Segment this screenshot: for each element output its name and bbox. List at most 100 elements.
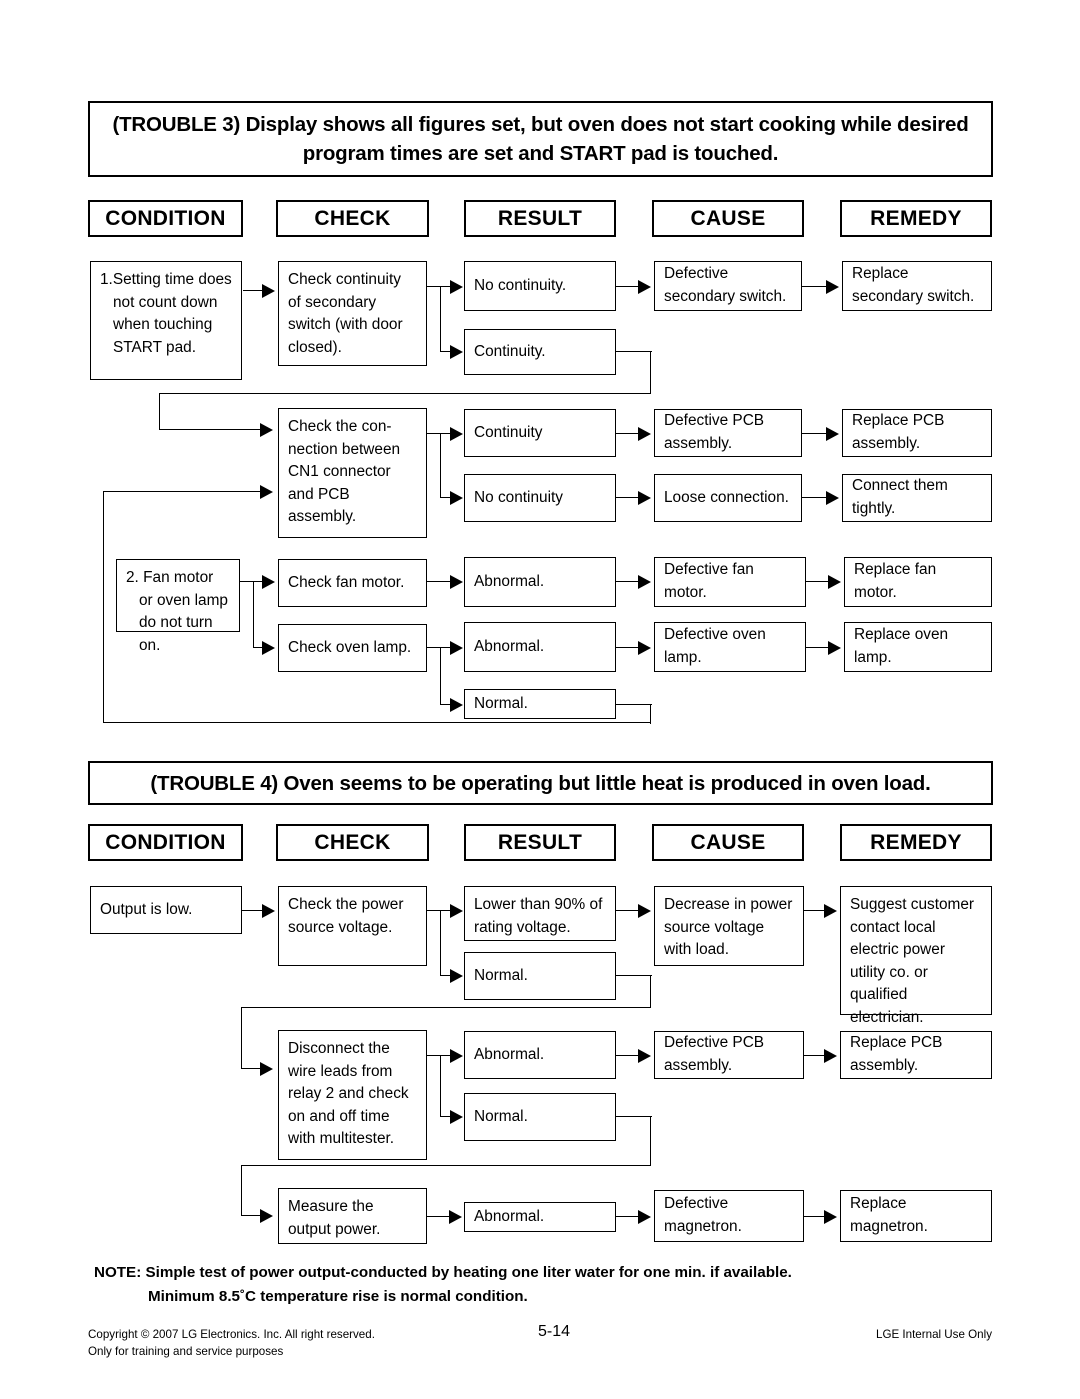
t3-cause-2a: Defective PCB assembly. xyxy=(654,409,802,457)
t4-check-3: Measure the output power. xyxy=(278,1188,427,1244)
t4-conn-c3a-rm3a xyxy=(804,1216,826,1218)
t3-conn-c2b-rm2b xyxy=(802,497,828,499)
t3-result-1b: Continuity. xyxy=(464,329,616,375)
t3-remedy-2b: Connect them tightly. xyxy=(842,474,992,522)
t4-conn-r2a-c2a xyxy=(616,1055,640,1057)
t3-arrowhead-check3 xyxy=(262,575,275,589)
t3-cause-1a: Defective secondary switch. xyxy=(654,261,802,311)
t3-fb1-seg-left xyxy=(159,393,651,395)
t3-check-2: Check the con-nection between CN1 connec… xyxy=(278,408,427,538)
t4-result-2b: Normal. xyxy=(464,1093,616,1141)
t4-conn-check2-vert xyxy=(440,1055,442,1117)
t3-conn-c4a-rm4a xyxy=(806,647,830,649)
t4-cause-1a: Decrease in power source voltage with lo… xyxy=(654,886,804,966)
t3-fb1-seg-down xyxy=(650,351,652,394)
trouble4-banner-text: (TROUBLE 4) Oven seems to be operating b… xyxy=(150,771,931,795)
t4-conn-check1-vert xyxy=(440,910,442,976)
t3-arrowhead-result1b xyxy=(450,345,463,359)
t4-conn-check3-r3a xyxy=(427,1216,451,1218)
t4-arrowhead-result2b xyxy=(450,1110,463,1124)
t4-arrowhead-cause1a xyxy=(638,904,651,918)
t4-fb2-seg-up xyxy=(241,1165,243,1216)
t4-colhead-label-3: CAUSE xyxy=(690,830,766,854)
t3-conn-cond2-vert xyxy=(253,581,255,648)
t3-arrowhead-result4b xyxy=(450,698,463,712)
t4-arrowhead-remedy1a xyxy=(824,904,837,918)
t4-arrowhead-remedy3a xyxy=(824,1210,837,1224)
t4-fb2-seg-left xyxy=(241,1165,651,1167)
t3-arrowhead-cause3a xyxy=(638,575,651,589)
t4-column-header-cause: CAUSE xyxy=(652,824,804,861)
t4-arrowhead-cause3a xyxy=(638,1210,651,1224)
t3-conn-r4a-c4a xyxy=(616,647,640,649)
note-line-1: NOTE: Simple test of power output-conduc… xyxy=(94,1264,792,1281)
t4-condition-1: Output is low. xyxy=(90,886,242,934)
t3-conn-r2b-c2b xyxy=(616,497,640,499)
t4-fb1-seg-right xyxy=(616,975,652,977)
t3-conn-check1-stub xyxy=(427,286,441,288)
t4-colhead-label-4: REMEDY xyxy=(870,830,962,854)
t3-conn-c1a-rm1a xyxy=(802,286,828,288)
t3-check-3: Check fan motor. xyxy=(278,559,427,607)
t3-arrowhead-result4a xyxy=(450,641,463,655)
t3-remedy-3a: Replace fan motor. xyxy=(844,557,992,607)
note-line-2: Minimum 8.5˚C temperature rise is normal… xyxy=(148,1288,528,1305)
trouble3-banner-text: (TROUBLE 3) Display shows all figures se… xyxy=(112,113,969,165)
t3-colhead-label-2: RESULT xyxy=(497,206,583,230)
t4-conn-cond1-check1 xyxy=(242,910,264,912)
t4-fb2-seg-down xyxy=(650,1116,652,1166)
t3-fb2-seg-right xyxy=(616,704,652,706)
t3-conn-check4-stub xyxy=(427,647,441,649)
t4-conn-c1a-rm1a xyxy=(804,910,826,912)
t4-result-1b: Normal. xyxy=(464,952,616,1000)
t3-check-4: Check oven lamp. xyxy=(278,624,427,672)
t4-cause-3a: Defective magnetron. xyxy=(654,1190,804,1242)
t3-conn-check2-stub xyxy=(427,433,441,435)
footer-copyright-line-2: Only for training and service purposes xyxy=(88,1345,284,1358)
t3-conn-check3-stub xyxy=(427,581,441,583)
t3-arrowhead-remedy2a xyxy=(826,427,839,441)
t3-fb1-seg-enter xyxy=(159,429,261,431)
t4-fb2-seg-right xyxy=(616,1116,652,1118)
t3-conn-c3a-rm3a xyxy=(806,581,830,583)
t3-arrowhead-result3a xyxy=(450,575,463,589)
t3-result-2b: No continuity xyxy=(464,474,616,522)
t4-arrowhead-check2 xyxy=(260,1062,273,1076)
t3-result-3a: Abnormal. xyxy=(464,557,616,607)
t3-conn-cond2-stub xyxy=(240,581,254,583)
t3-colhead-label-1: CHECK xyxy=(314,206,391,230)
t3-fb2-seg-enter xyxy=(103,491,261,493)
t4-colhead-label-0: CONDITION xyxy=(105,830,226,854)
t4-remedy-2a: Replace PCB assembly. xyxy=(840,1031,992,1079)
t3-colhead-label-0: CONDITION xyxy=(105,206,226,230)
t3-fb1-seg-right xyxy=(616,351,652,353)
t4-conn-r1a-c1a xyxy=(616,910,640,912)
t3-arrowhead-remedy2b xyxy=(826,491,839,505)
t3-conn-r2a-c2a xyxy=(616,433,640,435)
t3-result-1a: No continuity. xyxy=(464,261,616,311)
t3-arrowhead-check2-top xyxy=(260,423,273,437)
t4-result-2a: Abnormal. xyxy=(464,1031,616,1079)
t3-column-header-remedy: REMEDY xyxy=(840,200,992,237)
t3-arrowhead-cond1-check1 xyxy=(262,284,275,298)
t3-column-header-condition: CONDITION xyxy=(88,200,243,237)
t3-conn-check2-vert xyxy=(440,433,442,498)
t4-conn-check1-stub xyxy=(427,910,441,912)
t3-check-1: Check continuity of secondary switch (wi… xyxy=(278,261,427,366)
t3-arrowhead-cause1a xyxy=(638,280,651,294)
trouble4-banner: (TROUBLE 4) Oven seems to be operating b… xyxy=(88,761,993,805)
t3-result-4a: Abnormal. xyxy=(464,622,616,672)
t4-conn-check2-stub xyxy=(427,1055,441,1057)
t4-arrowhead-result3a xyxy=(449,1210,462,1224)
t3-remedy-4a: Replace oven lamp. xyxy=(844,622,992,672)
t4-result-1a: Lower than 90% of rating voltage. xyxy=(464,886,616,941)
t4-remedy-3a: Replace magnetron. xyxy=(840,1190,992,1242)
t4-remedy-1a: Suggest customer contact local electric … xyxy=(840,886,992,1026)
t4-result-3a: Abnormal. xyxy=(464,1202,616,1232)
t3-arrowhead-check4 xyxy=(262,641,275,655)
t4-fb1-seg-down xyxy=(650,975,652,1008)
t4-arrowhead-check3 xyxy=(260,1209,273,1223)
t3-colhead-label-4: REMEDY xyxy=(870,206,962,230)
t3-arrowhead-check2-bottom xyxy=(260,485,273,499)
t4-arrowhead-cause2a xyxy=(638,1049,651,1063)
